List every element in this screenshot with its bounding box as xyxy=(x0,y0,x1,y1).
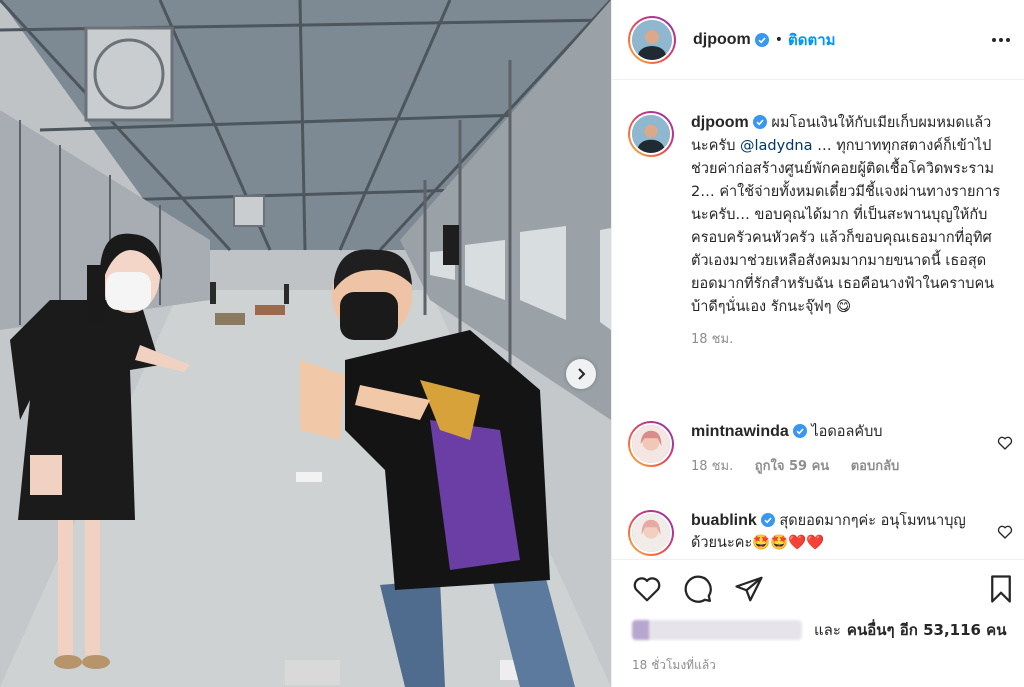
heart-icon[interactable] xyxy=(632,574,662,604)
comment-like-heart-icon[interactable] xyxy=(997,435,1013,451)
likes-others-count[interactable]: คนอื่นๆ อีก 53,116 คน xyxy=(847,618,1007,642)
commenter-avatar[interactable] xyxy=(628,421,674,467)
likes-summary[interactable]: และ คนอื่นๆ อีก 53,116 คน xyxy=(632,618,1012,642)
caption-timestamp[interactable]: 18 ชม. xyxy=(691,328,1009,351)
post-side-panel: djpoom • ติดตาม djpoom ผมโอนเงินให้กับเม… xyxy=(611,0,1024,687)
posted-time[interactable]: 18 ชั่วโมงที่แล้ว xyxy=(632,656,716,675)
comment-timestamp[interactable]: 18 ชม. xyxy=(691,459,733,474)
commenter-username[interactable]: mintnawinda xyxy=(691,423,789,440)
comment-item: buablink สุดยอดมากๆค่ะ อนุโมทนาบุญด้วยนะ… xyxy=(628,510,1013,556)
likes-and-label: และ xyxy=(814,621,841,639)
caption-avatar-image xyxy=(632,115,670,153)
caption-username[interactable]: djpoom xyxy=(691,114,749,131)
commenter-avatar[interactable] xyxy=(628,510,674,556)
commenter-avatar-image xyxy=(632,425,670,463)
verified-badge-icon xyxy=(792,424,807,438)
reply-button[interactable]: ตอบกลับ xyxy=(851,459,900,474)
comment-icon[interactable] xyxy=(683,574,713,604)
author-avatar-image xyxy=(632,19,672,60)
post-actions: และ คนอื่นๆ อีก 53,116 คน 18 ชั่วโมงที่แ… xyxy=(612,559,1024,687)
warehouse-photo xyxy=(0,0,611,687)
post-photo[interactable] xyxy=(0,0,611,687)
chevron-right-icon xyxy=(578,368,586,380)
caption-body: djpoom ผมโอนเงินให้กับเมียเก็บผมหมดแล้วน… xyxy=(691,111,1009,351)
comment-likes-count[interactable]: ถูกใจ 59 คน xyxy=(755,459,829,474)
commenter-username[interactable]: buablink xyxy=(691,512,757,529)
verified-badge-icon xyxy=(760,513,775,527)
comment-meta: 18 ชม. ถูกใจ 59 คน ตอบกลับ xyxy=(691,456,981,478)
comment-text: ไอดอลคับบ xyxy=(811,424,883,440)
carousel-next-button[interactable] xyxy=(566,359,596,389)
caption-author-avatar[interactable] xyxy=(628,111,674,157)
blurred-liker-avatars xyxy=(632,620,802,640)
separator-dot: • xyxy=(774,31,784,48)
post-header: djpoom • ติดตาม xyxy=(612,0,1024,80)
verified-badge-icon xyxy=(754,32,769,47)
commenter-avatar-image xyxy=(632,514,670,552)
caption-text-rest: … ทุกบาททุกสตางค์ก็เข้าไปช่วยค่าก่อสร้าง… xyxy=(691,138,1001,315)
share-icon[interactable] xyxy=(734,574,764,604)
comment-like-heart-icon[interactable] xyxy=(997,524,1013,540)
follow-button[interactable]: ติดตาม xyxy=(788,28,836,52)
comments-section[interactable]: djpoom ผมโอนเงินให้กับเมียเก็บผมหมดแล้วน… xyxy=(612,81,1024,559)
author-username[interactable]: djpoom xyxy=(693,31,751,49)
bookmark-icon[interactable] xyxy=(986,574,1016,604)
post-caption: djpoom ผมโอนเงินให้กับเมียเก็บผมหมดแล้วน… xyxy=(628,111,1013,351)
caption-mention-link[interactable]: @ladydna xyxy=(740,138,812,154)
author-avatar[interactable] xyxy=(628,15,676,64)
comment-item: mintnawinda ไอดอลคับบ 18 ชม. ถูกใจ 59 คน… xyxy=(628,421,1013,478)
verified-badge-icon xyxy=(752,115,767,129)
more-options-icon[interactable] xyxy=(989,28,1013,52)
